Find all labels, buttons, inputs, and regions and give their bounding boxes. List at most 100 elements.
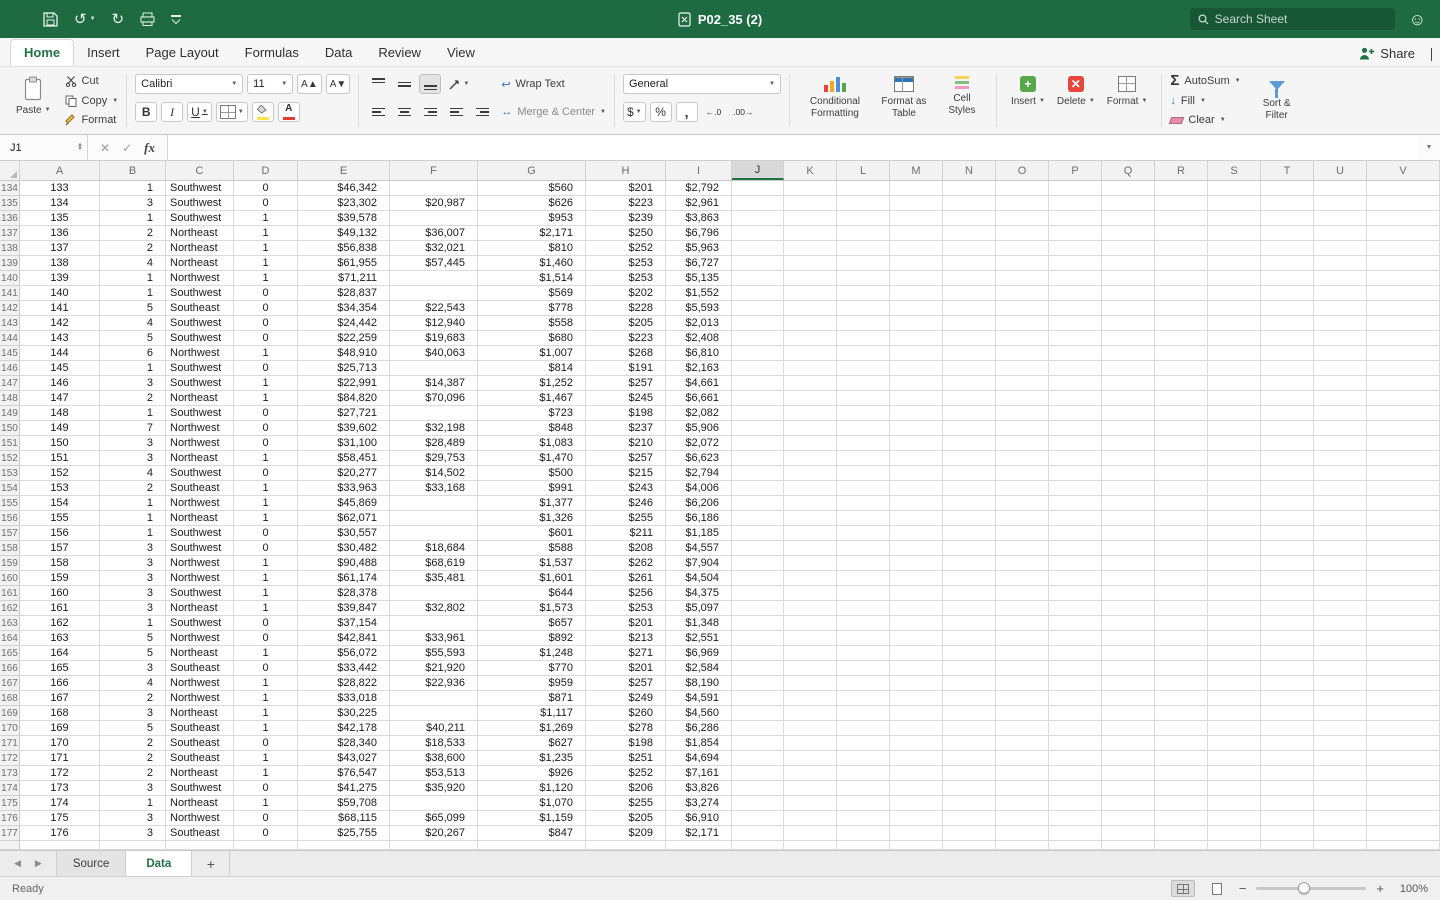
cell-V147[interactable] — [1367, 376, 1440, 391]
row-header-174[interactable]: 174 — [0, 781, 20, 796]
cell-I177[interactable]: $2,171 — [666, 826, 732, 841]
cell-T143[interactable] — [1261, 316, 1314, 331]
cell-U172[interactable] — [1314, 751, 1367, 766]
cell-H161[interactable]: $256 — [586, 586, 666, 601]
row-header-168[interactable]: 168 — [0, 691, 20, 706]
row-header-144[interactable]: 144 — [0, 331, 20, 346]
cell-E141[interactable]: $28,837 — [298, 286, 390, 301]
cell-J174[interactable] — [732, 781, 784, 796]
column-header-V[interactable]: V — [1367, 161, 1440, 180]
cell-O164[interactable] — [996, 631, 1049, 646]
cell-G166[interactable]: $770 — [478, 661, 586, 676]
cell-G147[interactable]: $1,252 — [478, 376, 586, 391]
cell-A143[interactable]: 142 — [20, 316, 100, 331]
cell-C150[interactable]: Northwest — [166, 421, 234, 436]
conditional-formatting-button[interactable]: Conditional Formatting — [798, 72, 872, 129]
row-header-160[interactable]: 160 — [0, 571, 20, 586]
cell-S150[interactable] — [1208, 421, 1261, 436]
cell-C174[interactable]: Southwest — [166, 781, 234, 796]
cell-V155[interactable] — [1367, 496, 1440, 511]
cell-F136[interactable] — [390, 211, 478, 226]
cell-A169[interactable]: 168 — [20, 706, 100, 721]
cell-S[interactable] — [1208, 841, 1261, 850]
cell-F137[interactable]: $36,007 — [390, 226, 478, 241]
cell-Q172[interactable] — [1102, 751, 1155, 766]
cell-G176[interactable]: $1,159 — [478, 811, 586, 826]
cell-A176[interactable]: 175 — [20, 811, 100, 826]
ribbon-tab-review[interactable]: Review — [365, 40, 434, 66]
cell-L156[interactable] — [837, 511, 890, 526]
cell-O155[interactable] — [996, 496, 1049, 511]
cell-I141[interactable]: $1,552 — [666, 286, 732, 301]
cell-V170[interactable] — [1367, 721, 1440, 736]
cell-J141[interactable] — [732, 286, 784, 301]
row-header-148[interactable]: 148 — [0, 391, 20, 406]
cell-T134[interactable] — [1261, 181, 1314, 196]
cell-V172[interactable] — [1367, 751, 1440, 766]
cell-C139[interactable]: Northeast — [166, 256, 234, 271]
cell-R176[interactable] — [1155, 811, 1208, 826]
cell-S173[interactable] — [1208, 766, 1261, 781]
cell-U148[interactable] — [1314, 391, 1367, 406]
cell-Q144[interactable] — [1102, 331, 1155, 346]
cell-J152[interactable] — [732, 451, 784, 466]
cell-E171[interactable]: $28,340 — [298, 736, 390, 751]
cell-Q[interactable] — [1102, 841, 1155, 850]
font-color-button[interactable]: A — [277, 102, 300, 122]
cell-S176[interactable] — [1208, 811, 1261, 826]
cell-U152[interactable] — [1314, 451, 1367, 466]
cell-O176[interactable] — [996, 811, 1049, 826]
cell-P155[interactable] — [1049, 496, 1102, 511]
cell-N152[interactable] — [943, 451, 996, 466]
cell-R151[interactable] — [1155, 436, 1208, 451]
cell-N165[interactable] — [943, 646, 996, 661]
cell-O177[interactable] — [996, 826, 1049, 841]
cell-T165[interactable] — [1261, 646, 1314, 661]
cell-V143[interactable] — [1367, 316, 1440, 331]
cell-I163[interactable]: $1,348 — [666, 616, 732, 631]
cell-U164[interactable] — [1314, 631, 1367, 646]
cell-F145[interactable]: $40,063 — [390, 346, 478, 361]
cell-B159[interactable]: 3 — [100, 556, 166, 571]
cell-U157[interactable] — [1314, 526, 1367, 541]
format-as-table-button[interactable]: Format as Table — [872, 72, 936, 129]
cell-M158[interactable] — [890, 541, 943, 556]
row-header-140[interactable]: 140 — [0, 271, 20, 286]
cell-F157[interactable] — [390, 526, 478, 541]
cell-R153[interactable] — [1155, 466, 1208, 481]
italic-button[interactable]: I — [161, 102, 184, 122]
cell-F154[interactable]: $33,168 — [390, 481, 478, 496]
cell-G158[interactable]: $588 — [478, 541, 586, 556]
cell-C175[interactable]: Northeast — [166, 796, 234, 811]
cell-K154[interactable] — [784, 481, 837, 496]
cell-O150[interactable] — [996, 421, 1049, 436]
cell-V173[interactable] — [1367, 766, 1440, 781]
cell-D172[interactable]: 1 — [234, 751, 298, 766]
cell-S135[interactable] — [1208, 196, 1261, 211]
cell-H165[interactable]: $271 — [586, 646, 666, 661]
cell-N158[interactable] — [943, 541, 996, 556]
cell-A154[interactable]: 153 — [20, 481, 100, 496]
column-header-U[interactable]: U — [1314, 161, 1367, 180]
cell-N137[interactable] — [943, 226, 996, 241]
cell-J137[interactable] — [732, 226, 784, 241]
cell-F148[interactable]: $70,096 — [390, 391, 478, 406]
cell-N148[interactable] — [943, 391, 996, 406]
cell-H139[interactable]: $253 — [586, 256, 666, 271]
cell-G151[interactable]: $1,083 — [478, 436, 586, 451]
cell-H159[interactable]: $262 — [586, 556, 666, 571]
cell-B146[interactable]: 1 — [100, 361, 166, 376]
cell-S157[interactable] — [1208, 526, 1261, 541]
row-header-145[interactable]: 145 — [0, 346, 20, 361]
cell-S168[interactable] — [1208, 691, 1261, 706]
cell-G156[interactable]: $1,326 — [478, 511, 586, 526]
cell-G135[interactable]: $626 — [478, 196, 586, 211]
cell-O169[interactable] — [996, 706, 1049, 721]
cell-C176[interactable]: Northwest — [166, 811, 234, 826]
cell-S159[interactable] — [1208, 556, 1261, 571]
customize-toolbar-icon[interactable] — [171, 15, 182, 24]
cell-M149[interactable] — [890, 406, 943, 421]
cell-C164[interactable]: Northwest — [166, 631, 234, 646]
cell-S151[interactable] — [1208, 436, 1261, 451]
cell-P152[interactable] — [1049, 451, 1102, 466]
